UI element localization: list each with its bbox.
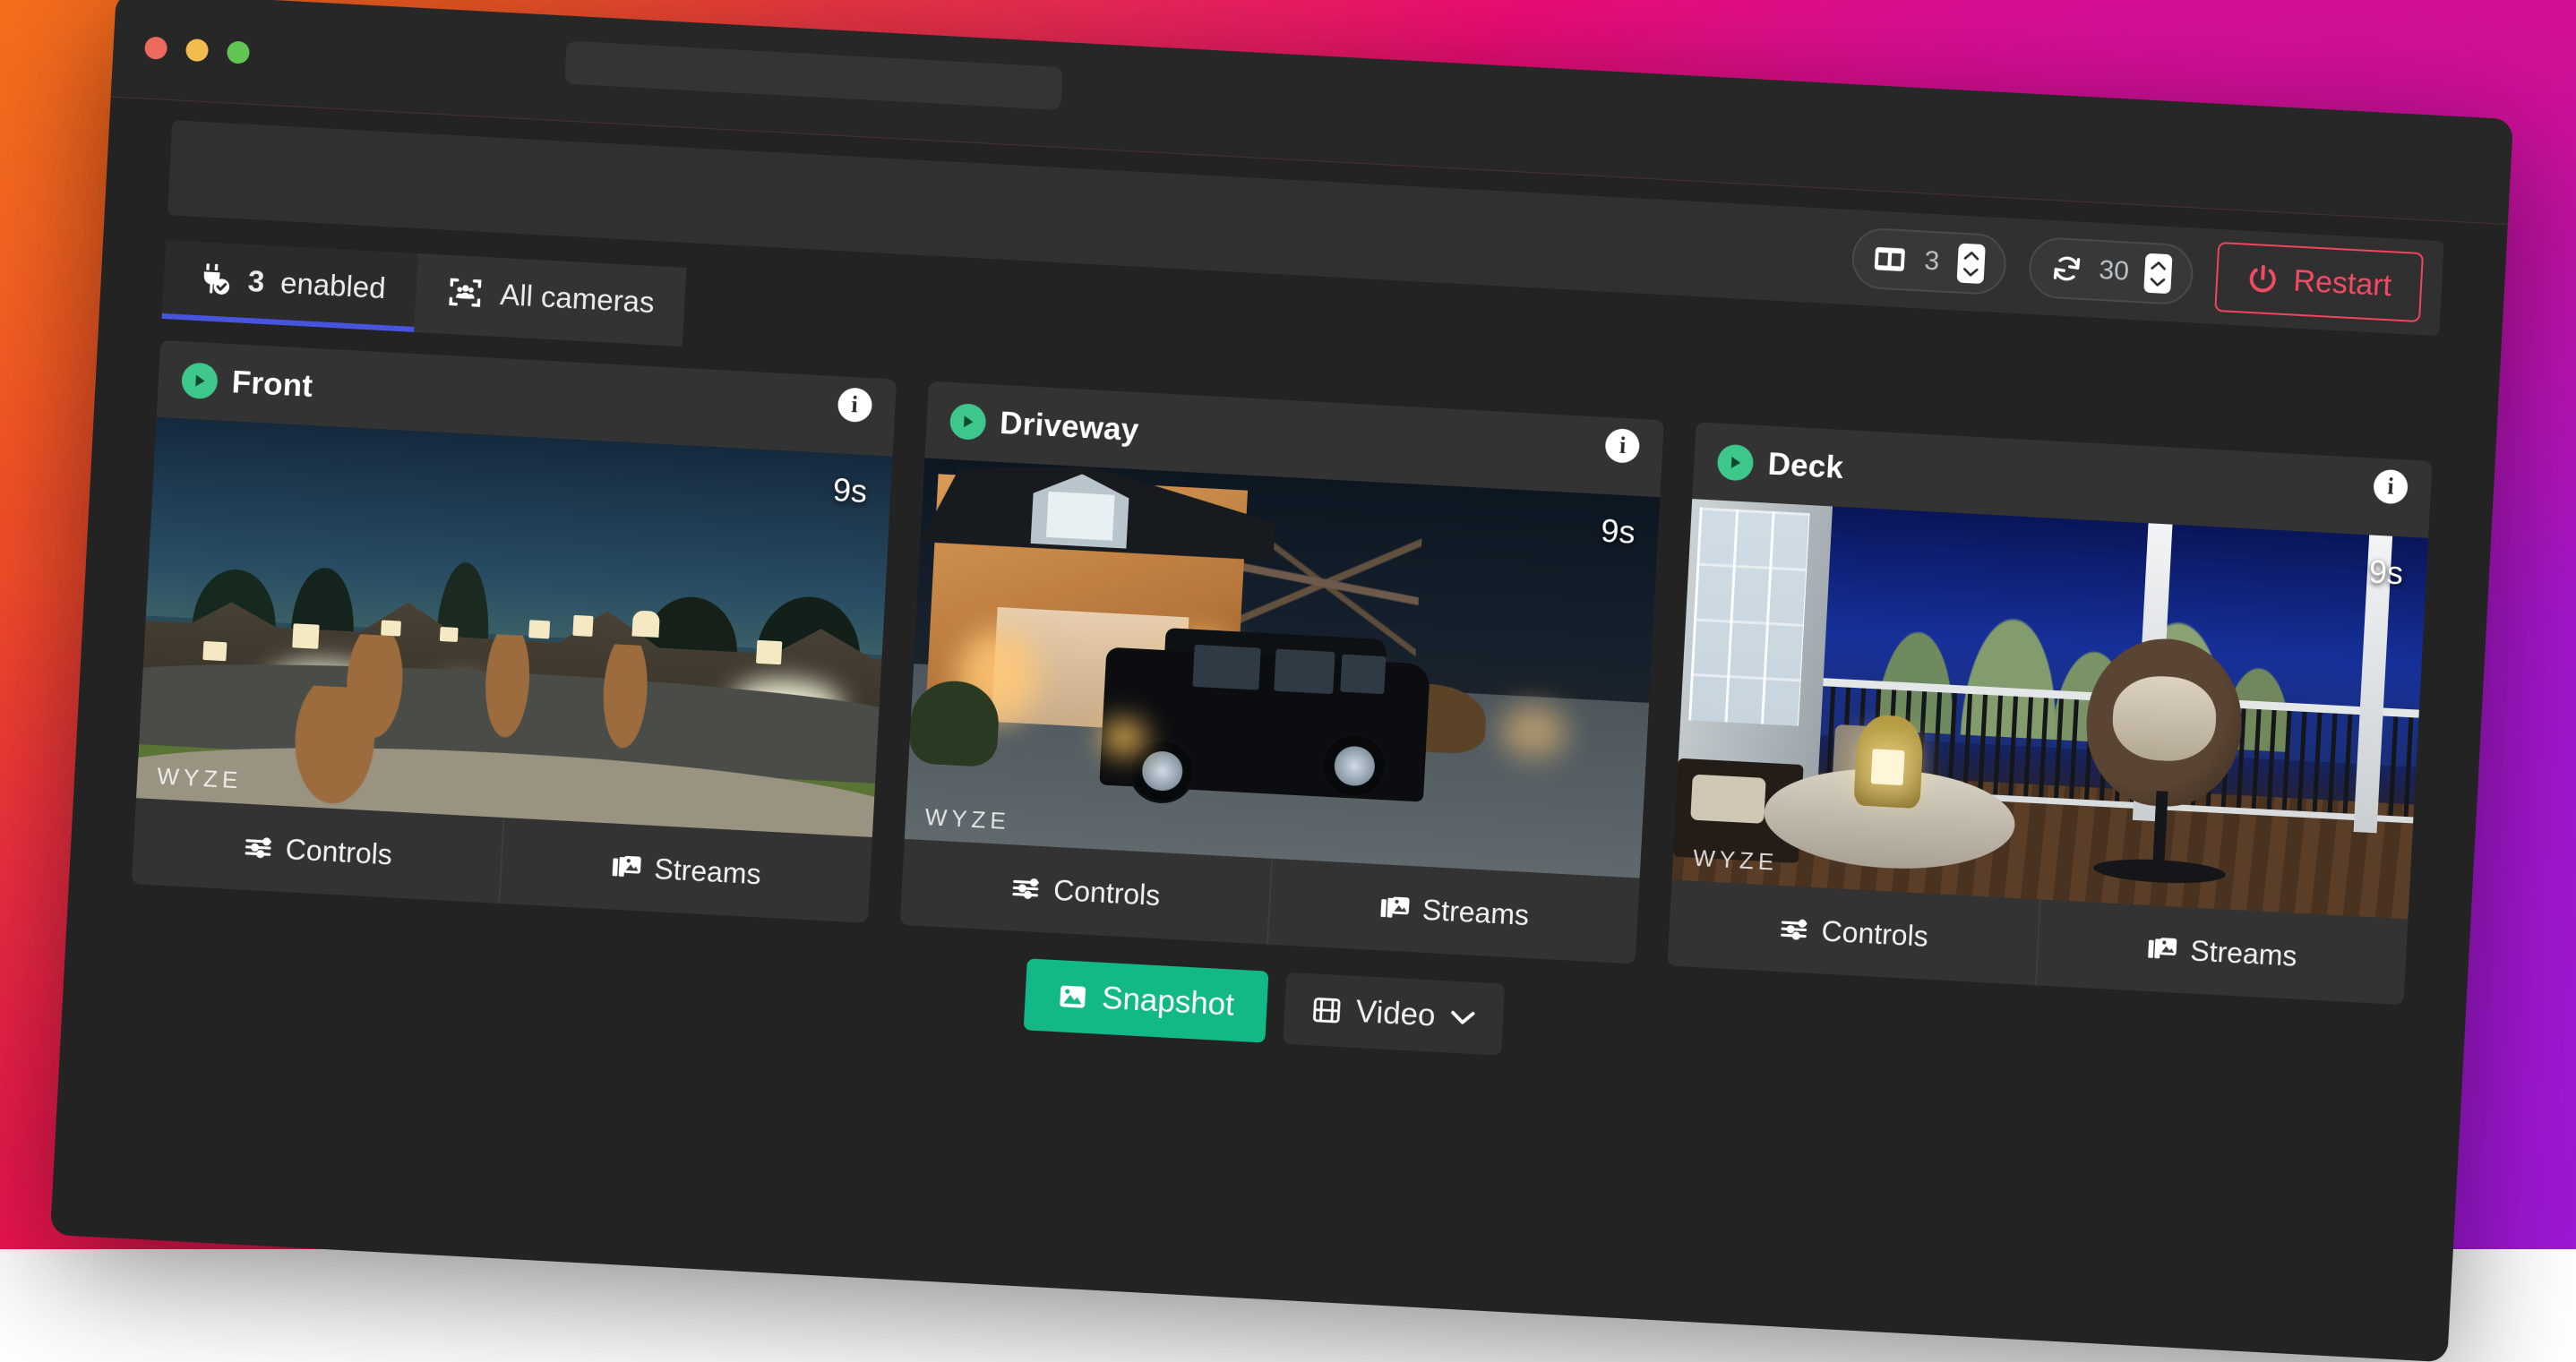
streams-label: Streams	[654, 852, 762, 891]
app-window: 3 30	[50, 0, 2513, 1362]
image-icon	[1056, 981, 1088, 1013]
camera-card: Front i	[132, 340, 897, 923]
restart-button[interactable]: Restart	[2215, 242, 2424, 322]
close-button[interactable]	[144, 36, 167, 59]
refresh-interval-value: 30	[2099, 255, 2130, 287]
minimize-button[interactable]	[185, 39, 209, 62]
camera-timer: 9s	[832, 471, 868, 510]
power-icon	[2246, 262, 2280, 296]
traffic-lights	[144, 36, 250, 64]
zoom-button[interactable]	[227, 40, 250, 64]
play-circle-icon[interactable]	[181, 362, 219, 399]
refresh-stepper-arrows[interactable]	[2144, 253, 2173, 295]
restart-label: Restart	[2293, 263, 2393, 304]
camera-name: Deck	[1767, 447, 1844, 486]
streams-label: Streams	[2189, 934, 2297, 972]
camera-card: Driveway i	[899, 381, 1664, 964]
camera-preview[interactable]: 9s WYZE	[904, 458, 1660, 878]
camera-watermark: WYZE	[924, 803, 1011, 835]
columns-icon	[1873, 245, 1907, 274]
camera-timer: 9s	[1600, 512, 1636, 552]
camera-timer: 9s	[2368, 553, 2404, 592]
app-body: 3 30	[50, 98, 2508, 1362]
camera-watermark: WYZE	[1692, 844, 1779, 877]
play-circle-icon[interactable]	[1717, 444, 1755, 482]
camera-preview[interactable]: 9s WYZE	[136, 417, 892, 837]
images-icon	[2147, 933, 2179, 965]
refresh-icon	[2050, 253, 2084, 285]
refresh-interval-stepper[interactable]: 30	[2028, 236, 2195, 306]
sliders-icon	[1778, 913, 1810, 946]
sliders-icon	[1009, 872, 1042, 904]
camera-name: Driveway	[999, 406, 1139, 449]
film-icon	[1310, 994, 1343, 1026]
camera-watermark: WYZE	[157, 762, 244, 794]
columns-stepper-arrows[interactable]	[1957, 244, 1986, 285]
columns-stepper[interactable]: 3	[1850, 227, 2007, 296]
tab-enabled-count: 3	[247, 264, 265, 299]
camera-name: Front	[231, 364, 313, 405]
video-label: Video	[1355, 994, 1437, 1034]
snapshot-button[interactable]: Snapshot	[1023, 958, 1268, 1042]
controls-label: Controls	[1821, 914, 1929, 953]
video-button[interactable]: Video	[1283, 972, 1506, 1056]
info-icon[interactable]: i	[837, 387, 872, 423]
plug-check-icon	[193, 260, 233, 299]
cameras-group-icon	[445, 273, 485, 313]
images-icon	[611, 852, 643, 884]
camera-grid: Front i	[132, 340, 2433, 1005]
chevron-down-icon	[1449, 1008, 1477, 1028]
tab-enabled[interactable]: 3 enabled	[162, 240, 418, 332]
play-circle-icon[interactable]	[949, 403, 986, 441]
camera-card: Deck i	[1668, 422, 2433, 1005]
info-icon[interactable]: i	[1605, 428, 1641, 464]
sliders-icon	[242, 832, 274, 864]
controls-label: Controls	[1052, 873, 1161, 912]
controls-label: Controls	[285, 833, 393, 871]
streams-label: Streams	[1421, 893, 1530, 931]
images-icon	[1378, 892, 1411, 924]
snapshot-label: Snapshot	[1101, 981, 1235, 1024]
columns-value: 3	[1921, 245, 1943, 277]
address-bar-input[interactable]	[564, 41, 1063, 110]
tab-enabled-label: enabled	[279, 266, 386, 305]
info-icon[interactable]: i	[2373, 469, 2409, 505]
camera-preview[interactable]: 9s WYZE	[1672, 499, 2428, 919]
tab-all-cameras[interactable]: All cameras	[414, 253, 687, 347]
tab-all-cameras-label: All cameras	[499, 278, 655, 320]
